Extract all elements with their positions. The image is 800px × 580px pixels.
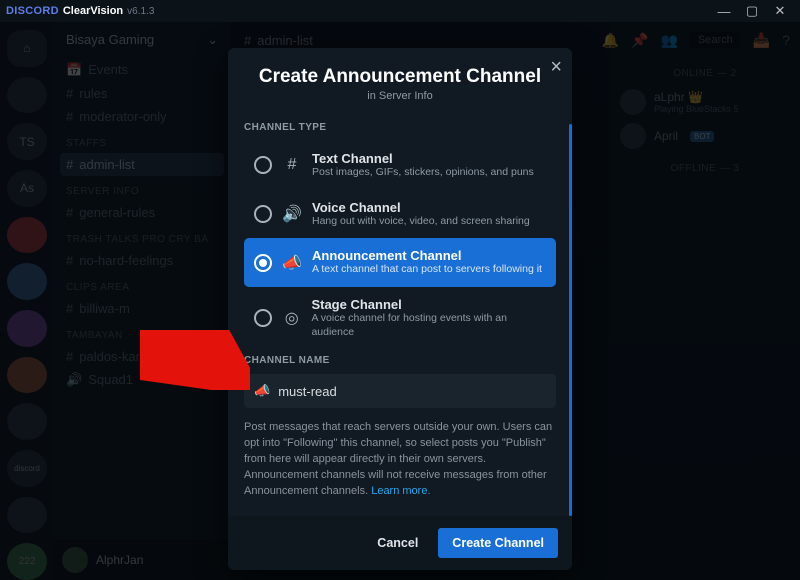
option-name: Stage Channel: [311, 297, 546, 312]
option-text-channel[interactable]: # Text ChannelPost images, GIFs, sticker…: [244, 141, 556, 190]
discord-wordmark: DISCORD: [6, 5, 59, 17]
scrollbar[interactable]: [569, 124, 572, 516]
stage-icon: ◎: [282, 308, 301, 328]
option-desc: A text channel that can post to servers …: [312, 263, 542, 277]
option-desc: Hang out with voice, video, and screen s…: [312, 215, 530, 229]
option-name: Announcement Channel: [312, 248, 542, 263]
channel-name-label: CHANNEL NAME: [244, 355, 556, 366]
channel-name-input[interactable]: [278, 384, 546, 399]
option-desc: Post images, GIFs, stickers, opinions, a…: [312, 166, 534, 180]
window-close-icon[interactable]: ✕: [766, 3, 794, 19]
radio-icon: [254, 309, 272, 327]
megaphone-icon: 📣: [282, 253, 302, 273]
channel-name-field[interactable]: 📣: [244, 374, 556, 408]
modal-overlay: × Create Announcement Channel in Server …: [0, 22, 800, 580]
megaphone-icon: 📣: [254, 383, 270, 399]
modal-footer: Cancel Create Channel: [228, 516, 572, 570]
modal-subtitle: in Server Info: [228, 90, 572, 116]
radio-icon: [254, 254, 272, 272]
learn-more-link[interactable]: Learn more.: [371, 485, 430, 497]
create-channel-modal: × Create Announcement Channel in Server …: [228, 48, 572, 570]
option-desc: A voice channel for hosting events with …: [311, 312, 546, 339]
radio-icon: [254, 205, 272, 223]
hash-icon: #: [282, 156, 302, 174]
option-announcement-channel[interactable]: 📣 Announcement ChannelA text channel tha…: [244, 238, 556, 287]
speaker-icon: 🔊: [282, 204, 302, 224]
option-stage-channel[interactable]: ◎ Stage ChannelA voice channel for hosti…: [244, 287, 556, 349]
option-name: Voice Channel: [312, 200, 530, 215]
create-channel-button[interactable]: Create Channel: [438, 528, 558, 558]
option-voice-channel[interactable]: 🔊 Voice ChannelHang out with voice, vide…: [244, 190, 556, 239]
help-text: Post messages that reach servers outside…: [244, 420, 556, 510]
channel-type-label: CHANNEL TYPE: [244, 122, 556, 133]
window-maximize-icon[interactable]: ▢: [738, 3, 766, 19]
theme-name: ClearVision: [63, 5, 123, 17]
modal-title: Create Announcement Channel: [228, 48, 572, 90]
cancel-button[interactable]: Cancel: [363, 528, 432, 558]
window-titlebar: DISCORD ClearVision v6.1.3 — ▢ ✕: [0, 0, 800, 22]
window-minimize-icon[interactable]: —: [710, 4, 738, 19]
option-name: Text Channel: [312, 151, 534, 166]
close-icon[interactable]: ×: [550, 56, 562, 79]
radio-icon: [254, 156, 272, 174]
theme-version: v6.1.3: [127, 6, 154, 17]
